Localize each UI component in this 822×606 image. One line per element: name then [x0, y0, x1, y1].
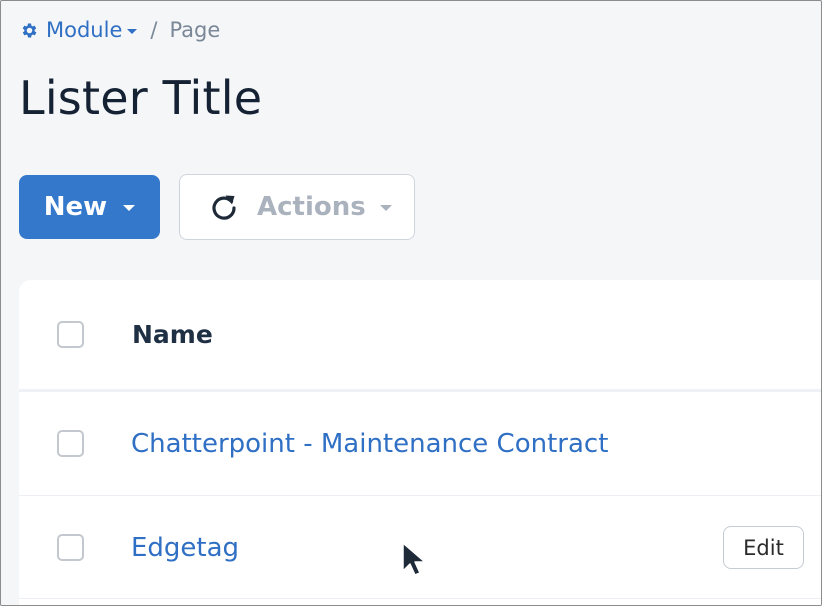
chevron-down-icon: [123, 205, 136, 211]
page-title: Lister Title: [19, 71, 263, 125]
row-name-link[interactable]: Chatterpoint - Maintenance Contract: [131, 429, 608, 459]
row-checkbox[interactable]: [57, 534, 84, 561]
breadcrumb-page: Page: [169, 18, 221, 42]
new-button-label: New: [43, 192, 108, 222]
actions-button-label: Actions: [257, 192, 366, 222]
select-all-checkbox[interactable]: [57, 321, 84, 348]
chevron-down-icon: [127, 28, 138, 34]
mouse-cursor-icon: [402, 542, 426, 576]
chevron-down-icon: [379, 205, 392, 211]
breadcrumb-separator: /: [150, 18, 158, 42]
breadcrumb-module[interactable]: Module: [20, 18, 138, 42]
actions-button[interactable]: Actions: [179, 174, 415, 240]
app-window: Module / Page Lister Title New Actions N…: [0, 0, 822, 606]
breadcrumb: Module / Page: [20, 17, 220, 43]
gear-icon: [22, 23, 37, 37]
row-name-link[interactable]: Edgetag: [131, 533, 239, 563]
table-row[interactable]: Chatterpoint - Maintenance Contract: [19, 392, 821, 496]
edit-button[interactable]: Edit: [723, 526, 804, 569]
new-button[interactable]: New: [19, 175, 160, 239]
table-header-row: Name: [19, 280, 821, 392]
breadcrumb-module-label: Module: [46, 18, 123, 42]
refresh-icon: [212, 195, 236, 220]
row-checkbox[interactable]: [57, 430, 84, 457]
column-header-name[interactable]: Name: [132, 320, 213, 349]
